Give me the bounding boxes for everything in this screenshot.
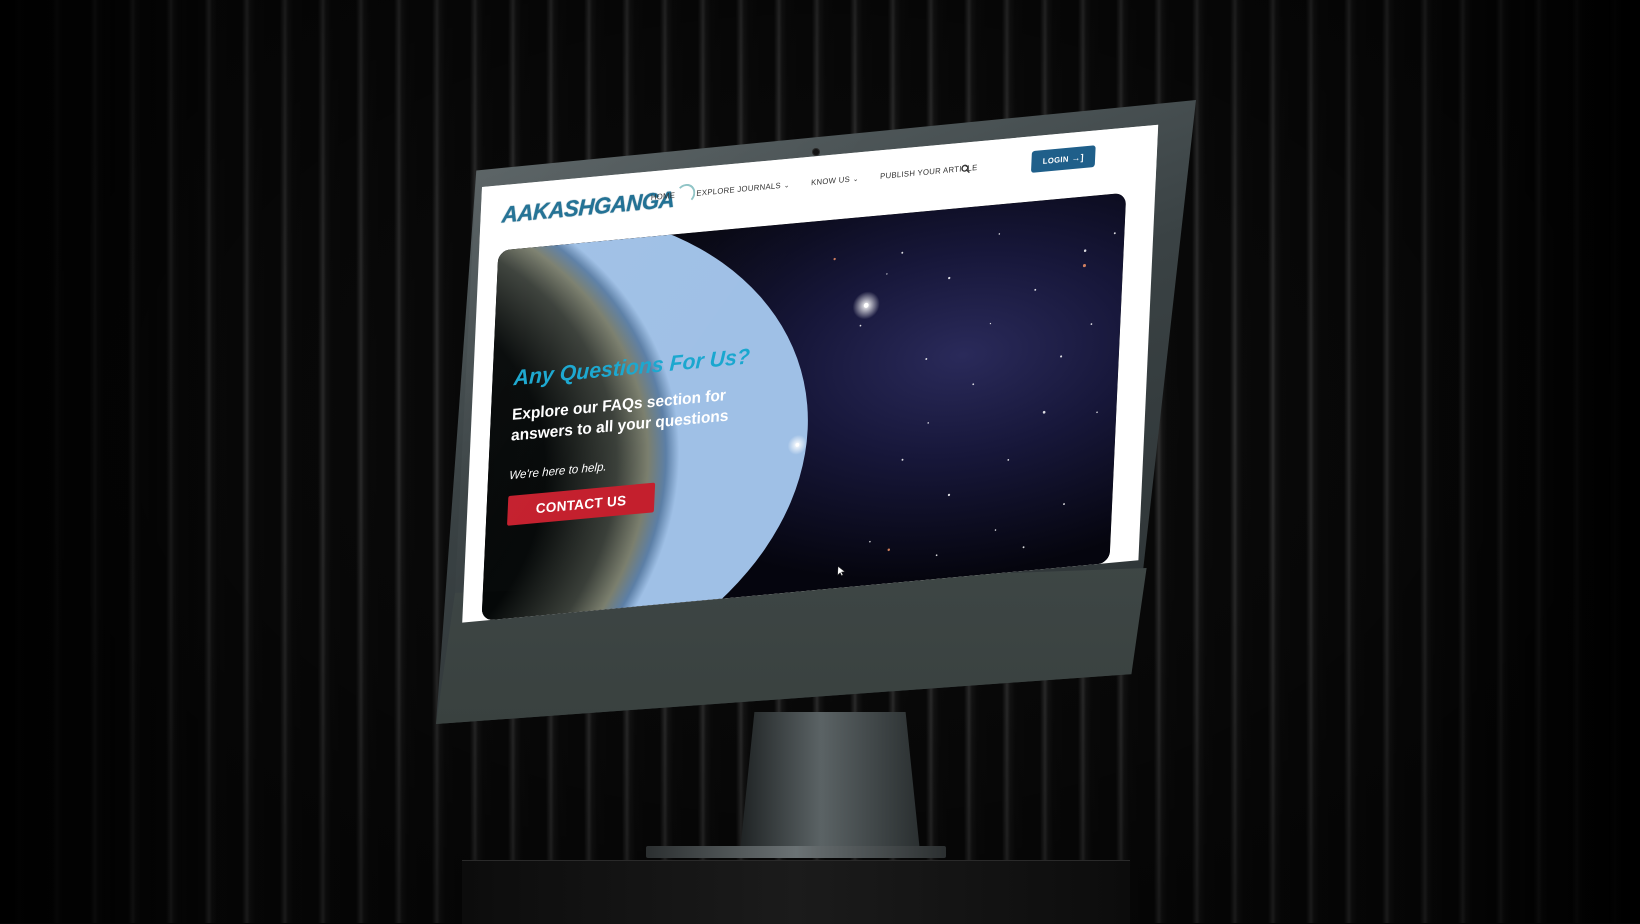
logo-text: AAKASHGANGA bbox=[501, 185, 675, 228]
chevron-down-icon: ⌄ bbox=[852, 175, 860, 183]
nav-item-explore-journals[interactable]: EXPLORE JOURNALS ⌄ bbox=[696, 180, 790, 198]
nav-item-know-us[interactable]: KNOW US ⌄ bbox=[811, 174, 859, 187]
chevron-down-icon: ⌄ bbox=[783, 181, 790, 190]
nav-item-label: KNOW US bbox=[810, 174, 851, 188]
nav-item-label: EXPLORE JOURNALS bbox=[696, 181, 782, 198]
webcam bbox=[813, 149, 819, 155]
search-icon[interactable] bbox=[961, 164, 971, 175]
monitor-stand bbox=[740, 712, 920, 852]
main-nav: HOME EXPLORE JOURNALS ⌄ KNOW US ⌄ PUBLIS… bbox=[651, 163, 978, 202]
login-button[interactable]: LOGIN →] bbox=[1030, 145, 1096, 173]
login-arrow-icon: →] bbox=[1071, 152, 1085, 164]
site-logo[interactable]: AAKASHGANGA bbox=[501, 183, 696, 228]
display-pedestal bbox=[462, 860, 1130, 924]
hero-banner: Any Questions For Us? Explore our FAQs s… bbox=[481, 192, 1127, 621]
monitor-screen: AAKASHGANGA HOME EXPLORE JOURNALS ⌄ KNOW… bbox=[462, 124, 1159, 623]
mouse-cursor-icon bbox=[837, 565, 846, 577]
monitor-stand-foot bbox=[646, 846, 946, 858]
login-label: LOGIN bbox=[1042, 154, 1069, 166]
